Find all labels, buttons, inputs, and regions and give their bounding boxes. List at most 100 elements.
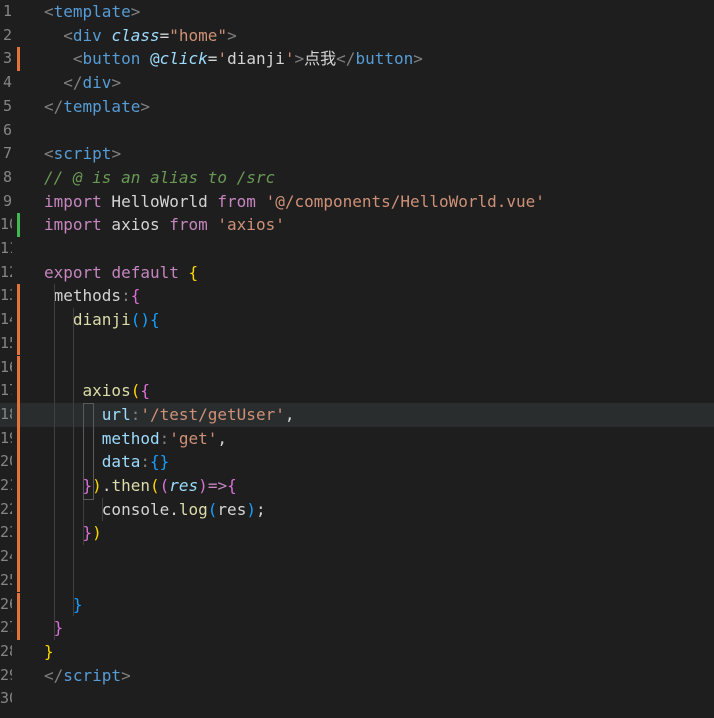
code-token: , [284, 404, 295, 424]
code-token: script [63, 665, 122, 685]
code-token: ) [198, 476, 208, 495]
code-line[interactable]: 26 } [0, 592, 714, 617]
indent-guide [53, 284, 55, 640]
gutter-modified-marker [17, 616, 20, 640]
code-line[interactable]: 29 </script> [0, 664, 714, 688]
line-number: 10 [0, 215, 12, 234]
indent-guide [101, 497, 103, 522]
line-number: 2 [2, 25, 12, 44]
code-line[interactable]: 3 <button @click='dianji'>点我</button> [0, 47, 714, 72]
line-number: 29 [0, 665, 12, 684]
code-line[interactable]: 9 import HelloWorld from '@/components/He… [0, 190, 714, 214]
code-text: axios({ [44, 379, 150, 403]
code-token: } [53, 618, 64, 638]
code-token: > [111, 73, 122, 93]
code-token: {} [149, 452, 170, 472]
line-number: 24 [0, 547, 12, 566]
code-line[interactable]: 11 [0, 237, 714, 261]
code-token: { [130, 286, 141, 306]
code-line[interactable]: 17 axios({ [0, 379, 714, 403]
code-line[interactable]: 2 <div class="home"> [0, 24, 714, 48]
code-line[interactable]: 28} [0, 640, 714, 664]
line-number: 16 [0, 357, 12, 376]
code-line[interactable]: 10 import axios from 'axios' [0, 213, 714, 237]
code-token: < [72, 49, 83, 69]
code-token: = [207, 49, 218, 69]
code-line[interactable]: 27 } [0, 616, 714, 640]
code-token: "home" [169, 25, 228, 45]
code-text: import HelloWorld from '@/components/Hel… [44, 190, 545, 214]
code-text: dianji(){ [44, 308, 160, 332]
code-token: > [121, 665, 131, 685]
line-number: 26 [0, 594, 12, 613]
code-line[interactable]: 7 <script> [0, 142, 714, 166]
line-number: 4 [2, 73, 12, 92]
code-token: methods [44, 286, 122, 306]
code-token: () [130, 310, 150, 330]
gutter-modified-marker [17, 568, 20, 593]
code-token: axios [101, 215, 170, 235]
code-line[interactable]: 16 [0, 355, 714, 380]
code-line[interactable]: 1 <template> [0, 0, 714, 24]
code-line[interactable]: 23 }) [0, 521, 714, 546]
gutter-added-marker [17, 213, 20, 237]
code-line[interactable]: 25 [0, 568, 714, 593]
code-token: . [101, 476, 112, 495]
code-line[interactable]: 18 url:'/test/getUser', [0, 402, 714, 427]
code-token: '@/components/HelloWorld.vue' [265, 191, 545, 211]
code-line[interactable]: 5 </template> [0, 95, 714, 119]
code-line[interactable]: 22 console.log(res); [0, 497, 714, 522]
code-text: // @ is an alias to /src [44, 166, 275, 190]
code-text: export default { [44, 261, 198, 285]
code-text: </div> [44, 71, 121, 95]
code-token: @ [149, 49, 160, 69]
code-token: dianji [227, 49, 285, 69]
gutter-modified-marker [17, 355, 20, 380]
code-line[interactable]: 20 data:{} [0, 450, 714, 474]
code-token: from [169, 215, 208, 235]
code-line[interactable]: 24 [0, 545, 714, 569]
line-number: 13 [0, 286, 12, 305]
gutter-modified-marker [17, 331, 20, 356]
code-token: : [130, 404, 141, 424]
code-line[interactable]: 15 [0, 331, 714, 356]
code-token: </ [336, 49, 356, 69]
line-number: 15 [0, 333, 12, 352]
code-line[interactable]: 13 methods:{ [0, 284, 714, 309]
code-text: method:'get', [44, 427, 227, 451]
code-line[interactable]: 4 </div> [0, 71, 714, 95]
code-token: url [101, 404, 131, 424]
code-token: </ [44, 96, 64, 116]
code-token: ) [92, 476, 102, 495]
line-number: 3 [2, 49, 12, 68]
code-token: click [159, 49, 208, 69]
gutter-modified-marker [17, 308, 20, 332]
code-line[interactable]: 30 [0, 687, 714, 711]
code-line[interactable]: 21 }).then((res)=>{ [0, 474, 714, 498]
code-editor[interactable]: 1 <template> 2 <div class="home"> 3 < button… [0, 0, 714, 718]
code-token: console [44, 499, 170, 519]
line-number: 30 [0, 689, 12, 708]
code-token: method [101, 428, 160, 448]
code-line[interactable]: 14 dianji(){ [0, 308, 714, 332]
code-token: 'get' [169, 428, 218, 448]
code-token: > [140, 96, 150, 116]
code-token: : [159, 428, 170, 448]
code-text: } [44, 640, 54, 664]
code-token: res [169, 476, 199, 495]
code-line[interactable]: 8 // @ is an alias to /src [0, 166, 714, 190]
code-line[interactable]: 12 export default { [0, 261, 714, 285]
line-number: 22 [0, 499, 12, 518]
code-line[interactable]: 6 [0, 119, 714, 143]
line-number: 14 [0, 310, 12, 329]
code-token: ) [246, 499, 256, 519]
code-token: button [355, 49, 414, 69]
code-token: template [63, 96, 141, 116]
code-line[interactable]: 19 method:'get', [0, 426, 714, 451]
